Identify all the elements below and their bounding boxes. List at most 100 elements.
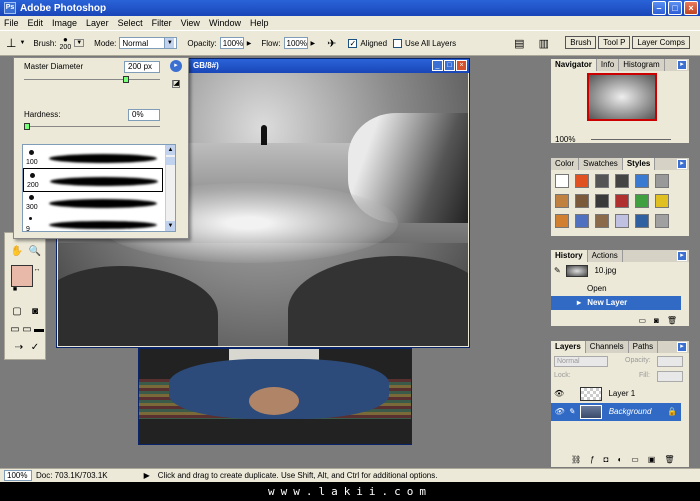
eye-icon[interactable]: 👁 <box>554 385 566 403</box>
panel-menu-icon[interactable]: ▸ <box>677 60 687 70</box>
new-layer-icon[interactable]: ▣ <box>648 455 656 464</box>
second-document-canvas[interactable] <box>138 348 412 445</box>
new-group-icon[interactable]: ▭ <box>631 455 639 464</box>
layer-row-layer-1[interactable]: 👁 Layer 1 <box>551 385 681 403</box>
palette-well-icon[interactable]: ▥ <box>539 37 549 50</box>
flow-input[interactable]: 100% <box>283 37 308 49</box>
blend-mode-select[interactable]: Normal <box>554 356 608 367</box>
picker-menu-arrow-icon[interactable]: ▸ <box>170 60 182 72</box>
scroll-thumb[interactable] <box>166 157 175 165</box>
layer-opacity-input[interactable] <box>657 356 683 367</box>
standard-mode-icon[interactable]: ▢ <box>9 305 25 319</box>
screen-mode-full-icon[interactable]: ▬ <box>31 323 47 337</box>
scroll-up-icon[interactable]: ▲ <box>166 145 175 155</box>
new-snapshot-icon[interactable]: ◙ <box>654 316 659 325</box>
menu-edit[interactable]: Edit <box>28 18 44 28</box>
hardness-thumb[interactable] <box>24 123 30 130</box>
style-swatch[interactable] <box>575 194 589 208</box>
aligned-checkbox[interactable]: ✓ <box>348 38 358 48</box>
style-swatch[interactable] <box>635 214 649 228</box>
style-swatch[interactable] <box>555 194 569 208</box>
menu-layer[interactable]: Layer <box>86 18 109 28</box>
layer-style-icon[interactable]: ƒ <box>590 455 594 464</box>
navigator-zoom[interactable]: 100% <box>555 135 575 144</box>
mode-select[interactable]: Normal ▼ <box>119 37 178 49</box>
menu-select[interactable]: Select <box>118 18 143 28</box>
brush-preset-row[interactable]: 100 <box>23 146 163 170</box>
status-zoom-input[interactable]: 100% <box>4 470 32 481</box>
style-swatch[interactable] <box>555 214 569 228</box>
clone-stamp-tool-icon[interactable]: ⊥ <box>6 36 16 50</box>
style-swatch[interactable] <box>555 174 569 188</box>
brush-preset-row-selected[interactable]: 200 <box>23 168 163 192</box>
minimize-button[interactable]: – <box>652 1 666 15</box>
style-swatch[interactable] <box>655 194 669 208</box>
menu-help[interactable]: Help <box>250 18 269 28</box>
tab-info[interactable]: Info <box>597 59 620 71</box>
document-size-info[interactable]: Doc: 703.1K/703.1K <box>36 471 108 480</box>
style-swatch[interactable] <box>575 174 589 188</box>
swap-colors-icon[interactable]: ↔ <box>29 263 45 277</box>
menu-filter[interactable]: Filter <box>152 18 172 28</box>
trash-icon[interactable]: 🗑 <box>667 316 677 325</box>
style-swatch[interactable] <box>615 214 629 228</box>
quick-mask-icon[interactable]: ◙ <box>27 305 43 319</box>
tool-preset-arrow-icon[interactable]: ▼ <box>19 40 25 46</box>
reset-size-icon[interactable]: ◪ <box>172 80 180 88</box>
tab-histogram[interactable]: Histogram <box>619 59 665 71</box>
doc-minimize-button[interactable]: _ <box>432 60 443 71</box>
panel-menu-icon[interactable]: ▸ <box>677 251 687 261</box>
brush-preset-row[interactable]: 300 <box>23 191 163 215</box>
checkmark-icon[interactable]: ✓ <box>27 341 43 355</box>
tab-styles[interactable]: Styles <box>622 158 656 170</box>
navigator-thumbnail[interactable] <box>587 73 657 121</box>
zoom-tool-icon[interactable]: 🔍 <box>27 245 43 259</box>
hand-tool-icon[interactable]: ✋ <box>9 245 25 259</box>
eye-icon[interactable]: 👁 <box>554 403 566 421</box>
layer-fill-input[interactable] <box>657 371 683 382</box>
opacity-input[interactable]: 100% <box>219 37 244 49</box>
tab-actions[interactable]: Actions <box>588 250 623 262</box>
new-document-from-state-icon[interactable]: ▭ <box>638 316 646 325</box>
panel-menu-icon[interactable]: ▸ <box>677 342 687 352</box>
panel-menu-icon[interactable]: ▸ <box>677 159 687 169</box>
maximize-button[interactable]: □ <box>668 1 682 15</box>
trash-icon[interactable]: 🗑 <box>664 455 674 464</box>
tab-swatches[interactable]: Swatches <box>579 158 623 170</box>
well-tab-brush[interactable]: Brush <box>565 36 597 49</box>
status-arrow-icon[interactable]: ▶ <box>144 471 150 480</box>
jump-to-imageready-icon[interactable]: ⇢ <box>11 341 27 355</box>
doc-close-button[interactable]: × <box>456 60 467 71</box>
brush-preview[interactable]: ● 200 <box>60 35 72 51</box>
well-tab-layer-comps[interactable]: Layer Comps <box>632 36 690 49</box>
style-swatch[interactable] <box>595 214 609 228</box>
link-layers-icon[interactable]: ⛓ <box>571 455 581 464</box>
use-all-layers-checkbox[interactable] <box>393 38 403 48</box>
hardness-slider[interactable] <box>24 126 160 127</box>
style-swatch[interactable] <box>575 214 589 228</box>
master-diameter-input[interactable]: 200 px <box>124 61 160 73</box>
menu-file[interactable]: File <box>4 18 19 28</box>
tab-layers[interactable]: Layers <box>551 341 586 353</box>
airbrush-icon[interactable]: ✈ <box>327 37 336 50</box>
tab-navigator[interactable]: Navigator <box>551 59 597 71</box>
tab-paths[interactable]: Paths <box>629 341 659 353</box>
close-button[interactable]: × <box>684 1 698 15</box>
style-swatch[interactable] <box>595 174 609 188</box>
tab-history[interactable]: History <box>551 250 588 262</box>
flow-arrow-icon[interactable]: ▶ <box>311 40 316 47</box>
opacity-arrow-icon[interactable]: ▶ <box>247 40 252 47</box>
master-diameter-thumb[interactable] <box>123 76 129 83</box>
navigator-zoom-slider[interactable] <box>591 139 671 140</box>
brush-list-scrollbar[interactable]: ▲ ▼ <box>165 145 175 231</box>
brush-picker-arrow-icon[interactable]: ▼ <box>74 39 85 47</box>
layer-mask-icon[interactable]: ◘ <box>604 455 609 464</box>
master-diameter-slider[interactable] <box>24 79 160 80</box>
adjustment-layer-icon[interactable]: ◐ <box>617 455 622 464</box>
file-browser-icon[interactable]: ▤ <box>514 37 524 50</box>
scroll-down-icon[interactable]: ▼ <box>166 221 175 231</box>
menu-image[interactable]: Image <box>52 18 77 28</box>
tab-channels[interactable]: Channels <box>586 341 629 353</box>
history-snapshot[interactable]: ✎ 10.jpg <box>551 264 681 278</box>
brush-preset-row[interactable]: 9 <box>23 213 163 231</box>
